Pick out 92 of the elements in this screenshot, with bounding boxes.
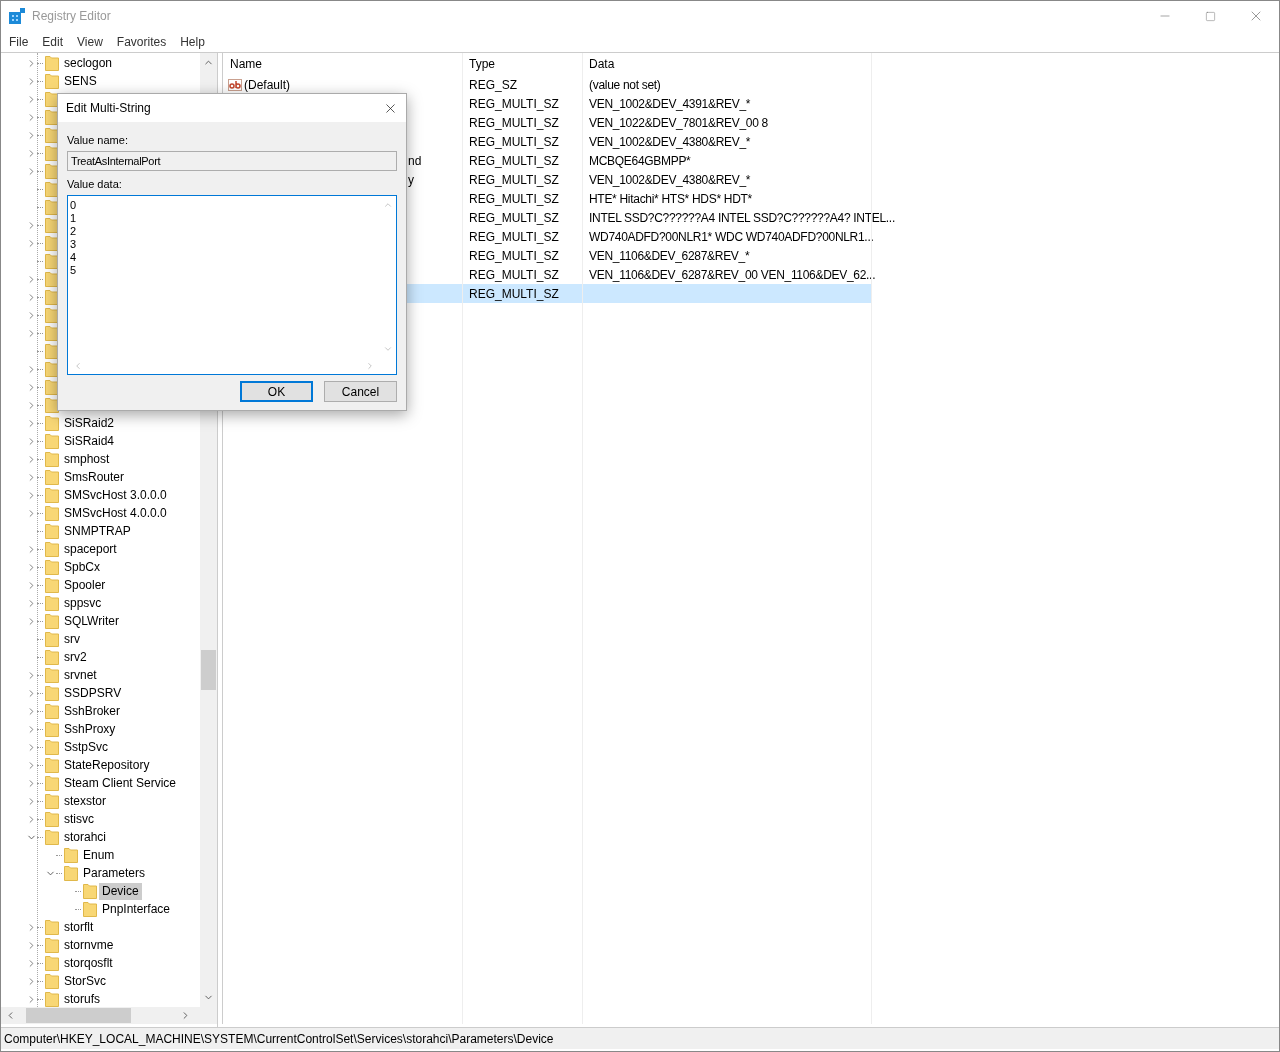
scroll-down-icon[interactable]: [382, 344, 393, 354]
horizontal-scrollbar[interactable]: [1, 1007, 217, 1024]
dialog-button[interactable]: Cancel: [324, 381, 397, 402]
dialog-title: Edit Multi-String: [66, 100, 151, 117]
folder-icon: [45, 973, 59, 989]
value-type: REG_MULTI_SZ: [468, 266, 560, 284]
value-type: REG_MULTI_SZ: [468, 114, 560, 132]
menu-item[interactable]: Edit: [35, 32, 71, 51]
folder-icon: [45, 667, 59, 683]
folder-icon: [83, 901, 97, 917]
value-name: nd: [407, 152, 422, 170]
folder-icon: [45, 55, 59, 71]
value-data: VEN_1106&DEV_6287&REV_*: [588, 247, 750, 265]
value-type: REG_MULTI_SZ: [468, 247, 560, 265]
value-data-field[interactable]: 0 1 2 3 4 5: [67, 195, 397, 375]
menu-item[interactable]: File: [2, 32, 36, 51]
value-type: REG_MULTI_SZ: [468, 285, 560, 303]
folder-icon: [45, 631, 59, 647]
value-type: REG_MULTI_SZ: [468, 95, 560, 113]
folder-icon: [45, 505, 59, 521]
scroll-right-icon[interactable]: [180, 1010, 191, 1021]
folder-icon: [45, 559, 59, 575]
tree-item[interactable]: Device: [99, 882, 142, 900]
string-value-icon: [228, 78, 242, 91]
folder-icon: [45, 703, 59, 719]
column-header[interactable]: Name: [223, 53, 462, 75]
folder-icon: [45, 811, 59, 827]
folder-icon: [45, 451, 59, 467]
folder-icon: [45, 541, 59, 557]
folder-icon: [45, 613, 59, 629]
folder-icon: [45, 919, 59, 935]
value-data: VEN_1002&DEV_4391&REV_*: [588, 95, 751, 113]
menu-item[interactable]: Help: [173, 32, 212, 51]
column-header[interactable]: Type: [462, 53, 582, 75]
folder-icon: [45, 793, 59, 809]
window-title: Registry Editor: [32, 8, 111, 25]
folder-icon: [45, 73, 59, 89]
app-icon: [9, 8, 25, 24]
folder-icon: [45, 757, 59, 773]
folder-icon: [45, 991, 59, 1007]
value-name-field[interactable]: TreatAsInternalPort: [67, 151, 397, 171]
folder-icon: [45, 685, 59, 701]
value-name: y: [407, 171, 414, 189]
folder-icon: [45, 433, 59, 449]
folder-icon: [45, 523, 59, 539]
folder-icon: [45, 595, 59, 611]
value-data: INTEL SSD?C??????A4 INTEL SSD?C??????A4? INTEL...: [588, 209, 895, 227]
scrollbar-thumb[interactable]: [201, 650, 216, 690]
value-type: REG_SZ: [468, 76, 518, 94]
scrollbar-thumb[interactable]: [26, 1008, 131, 1023]
field-label: Value name:: [67, 133, 129, 147]
maximize-icon[interactable]: [1205, 10, 1216, 22]
folder-icon: [45, 649, 59, 665]
folder-icon: [45, 739, 59, 755]
folder-icon: [83, 883, 97, 899]
value-data: VEN_1022&DEV_7801&REV_00 8: [588, 114, 768, 132]
folder-icon: [45, 937, 59, 953]
value-data: HTE* Hitachi* HTS* HDS* HDT*: [588, 190, 752, 208]
value-data: VEN_1106&DEV_6287&REV_00 VEN_1106&DEV_62...: [588, 266, 876, 284]
value-type: REG_MULTI_SZ: [468, 152, 560, 170]
folder-icon: [64, 847, 78, 863]
value-type: REG_MULTI_SZ: [468, 171, 560, 189]
value-name: (Default): [244, 76, 290, 94]
value-type: REG_MULTI_SZ: [468, 133, 560, 151]
value-data: MCBQE64GBMPP*: [588, 152, 691, 170]
folder-icon: [45, 955, 59, 971]
value-data: WD740ADFD?00NLR1* WDC WD740ADFD?00NLR1...: [588, 228, 874, 246]
value-row[interactable]: (Default) REG_SZ (value not set): [223, 75, 871, 94]
value-data: VEN_1002&DEV_4380&REV_*: [588, 133, 751, 151]
folder-icon: [45, 721, 59, 737]
scroll-left-icon[interactable]: [73, 361, 83, 371]
dialog-button[interactable]: OK: [240, 381, 313, 402]
folder-icon: [45, 469, 59, 485]
folder-icon: [45, 487, 59, 503]
scroll-right-icon[interactable]: [365, 361, 375, 371]
menu-item[interactable]: View: [70, 32, 110, 51]
value-data: VEN_1002&DEV_4380&REV_*: [588, 171, 751, 189]
scroll-up-icon[interactable]: [382, 200, 393, 210]
value-data-text: 0 1 2 3 4 5: [69, 198, 78, 278]
folder-icon: [45, 577, 59, 593]
folder-icon: [45, 415, 59, 431]
folder-icon: [45, 829, 59, 845]
folder-icon: [64, 865, 78, 881]
menu-item[interactable]: Favorites: [109, 32, 174, 51]
value-type: REG_MULTI_SZ: [468, 190, 560, 208]
value-data: (value not set): [588, 76, 661, 94]
status-path: Computer\HKEY_LOCAL_MACHINE\SYSTEM\CurrentControlSet\Services\storahci\Parameters\Device: [3, 1030, 554, 1048]
column-header[interactable]: Data: [582, 53, 871, 75]
folder-icon: [45, 775, 59, 791]
field-label: Value data:: [67, 177, 123, 191]
value-type: REG_MULTI_SZ: [468, 209, 560, 227]
value-type: REG_MULTI_SZ: [468, 228, 560, 246]
